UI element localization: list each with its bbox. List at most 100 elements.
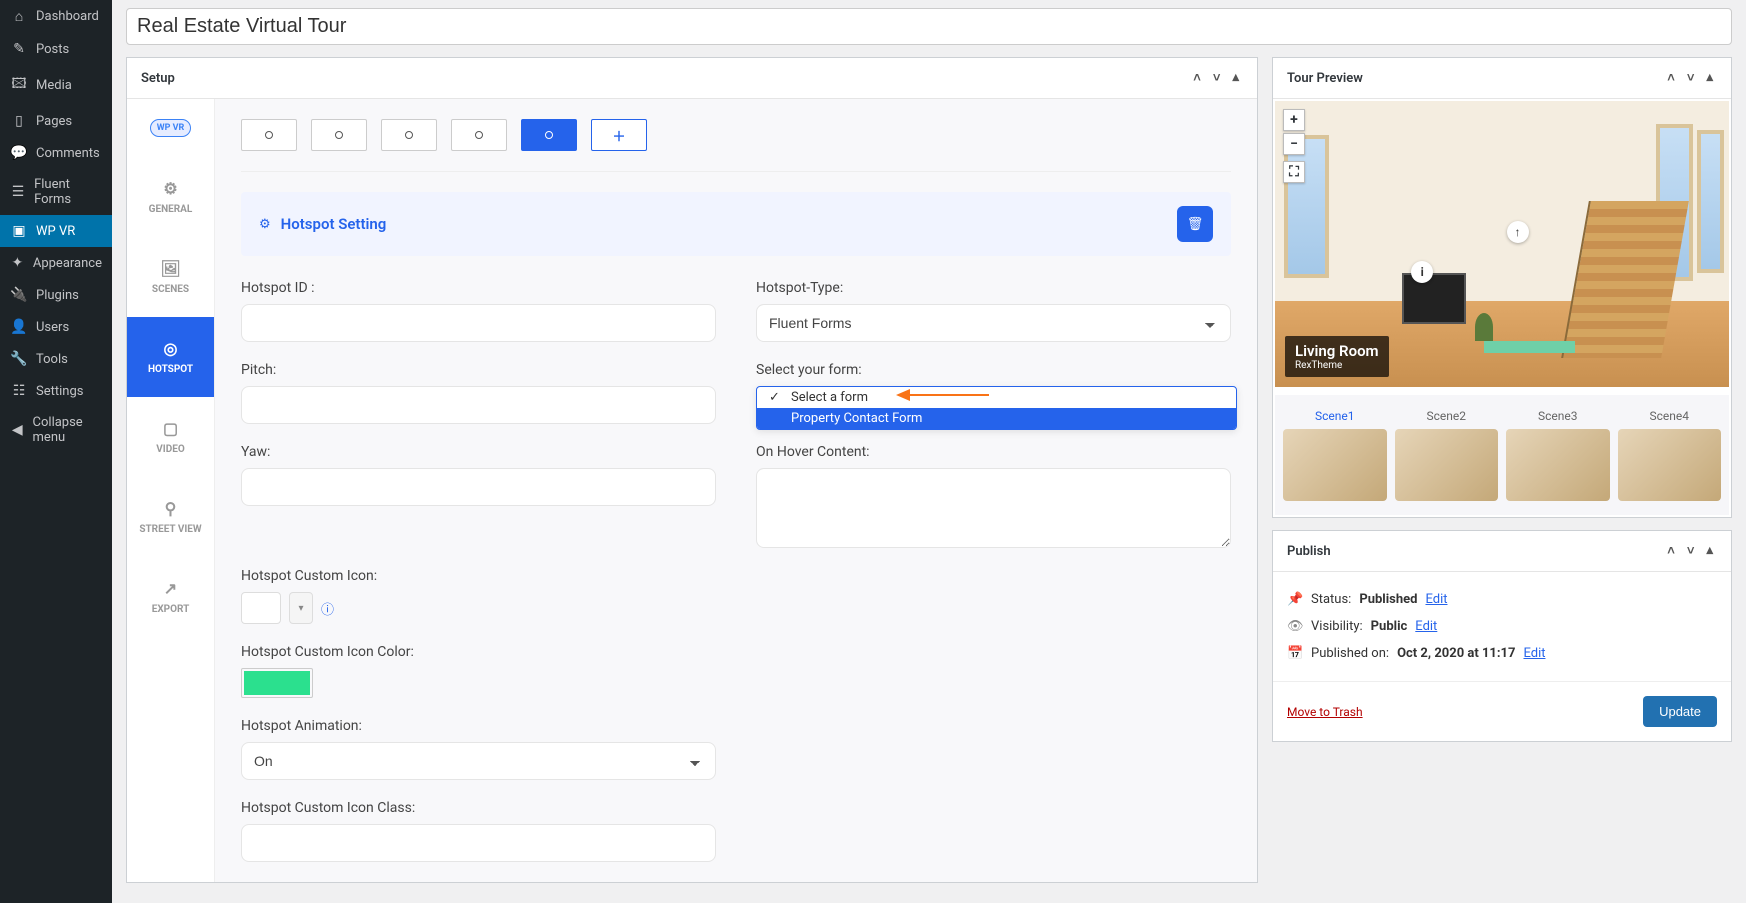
vt-tab-icon: ↗ xyxy=(164,579,177,598)
sidebar-item-settings[interactable]: ☷Settings xyxy=(0,375,112,407)
zoom-out-button[interactable]: − xyxy=(1283,133,1305,155)
zoom-in-button[interactable]: + xyxy=(1283,109,1305,131)
pin-icon: 📌 xyxy=(1287,592,1303,607)
scene-thumb-image xyxy=(1395,429,1499,501)
hotspot-type-select[interactable]: Fluent Forms xyxy=(756,304,1231,342)
scene-thumb-3[interactable]: Scene3 xyxy=(1506,409,1610,501)
publish-header: Publish ˄ ˅ ▴ xyxy=(1273,531,1731,572)
vt-tab-video[interactable]: ▢ VIDEO xyxy=(127,397,214,477)
preview-pane[interactable]: + − ⛶ ↑ i Living Room RexTheme xyxy=(1275,101,1729,387)
scene-thumb-image xyxy=(1506,429,1610,501)
sidebar-icon: 💬 xyxy=(10,145,28,161)
field-hotspot-type: Hotspot-Type: Fluent Forms xyxy=(756,280,1231,342)
sidebar-icon: 🖾 xyxy=(10,73,28,97)
sidebar-label: Comments xyxy=(36,146,100,161)
pitch-input[interactable] xyxy=(241,386,716,424)
sidebar-item-collapse-menu[interactable]: ◀Collapse menu xyxy=(0,407,112,453)
form-option-property-contact[interactable]: Property Contact Form xyxy=(757,408,1236,429)
help-icon[interactable]: ⓘ xyxy=(321,599,334,618)
hotspot-form: Hotspot ID : Hotspot-Type: Fluent Forms xyxy=(241,280,1231,862)
publish-down-icon[interactable]: ˅ xyxy=(1683,541,1699,561)
hotspot-tab-3[interactable] xyxy=(381,119,437,151)
scene-thumb-4[interactable]: Scene4 xyxy=(1618,409,1722,501)
sidebar-label: Media xyxy=(36,78,72,93)
sidebar-label: Pages xyxy=(36,114,72,129)
preview-collapse-icon[interactable]: ▴ xyxy=(1702,68,1717,88)
wpvr-logo: WP VR xyxy=(127,99,214,157)
vt-tab-export[interactable]: ↗ EXPORT xyxy=(127,557,214,637)
preview-label: Living Room RexTheme xyxy=(1285,336,1389,377)
title-row xyxy=(126,8,1732,45)
sidebar-label: Posts xyxy=(36,42,69,57)
hotspot-tab-4[interactable] xyxy=(451,119,507,151)
sidebar-item-media[interactable]: 🖾 Media xyxy=(0,65,112,105)
field-hotspot-id: Hotspot ID : xyxy=(241,280,716,342)
hotspot-id-input[interactable] xyxy=(241,304,716,342)
icon-class-label: Hotspot Custom Icon Class: xyxy=(241,800,716,816)
select-form-dropdown[interactable]: ✓ Select a form Property Contact Form xyxy=(756,386,1237,430)
sidebar-item-pages[interactable]: ▯ Pages xyxy=(0,105,112,137)
hotspot-tab-1[interactable] xyxy=(241,119,297,151)
scene-thumb-1[interactable]: Scene1 xyxy=(1283,409,1387,501)
setup-up-icon[interactable]: ˄ xyxy=(1189,68,1205,88)
edit-date-link[interactable]: Edit xyxy=(1523,646,1545,661)
edit-status-link[interactable]: Edit xyxy=(1425,592,1447,607)
sidebar-item-appearance[interactable]: ✦Appearance xyxy=(0,247,112,279)
field-icon-class: Hotspot Custom Icon Class: xyxy=(241,800,716,862)
icon-picker-button[interactable]: ▾ xyxy=(289,592,313,624)
sidebar-item-plugins[interactable]: 🔌Plugins xyxy=(0,279,112,311)
color-picker[interactable] xyxy=(241,668,313,698)
page-title-input[interactable] xyxy=(126,8,1732,45)
sidebar-item-users[interactable]: 👤Users xyxy=(0,311,112,343)
edit-visibility-link[interactable]: Edit xyxy=(1415,619,1437,634)
sidebar-item-tools[interactable]: 🔧Tools xyxy=(0,343,112,375)
delete-hotspot-button[interactable]: 🗑 xyxy=(1177,206,1213,242)
sidebar-item-posts[interactable]: ✎Posts xyxy=(0,33,112,65)
yaw-label: Yaw: xyxy=(241,444,716,460)
vt-tab-hotspot[interactable]: ◎HOTSPOT xyxy=(127,317,214,397)
animation-select[interactable]: On xyxy=(241,742,716,780)
vt-tab-icon: ▢ xyxy=(163,419,178,438)
eye-icon: 👁 xyxy=(1287,619,1303,634)
preview-up-icon[interactable]: ˄ xyxy=(1663,68,1679,88)
vt-tab-label: VIDEO xyxy=(156,444,184,455)
hotspot-tab-5[interactable] xyxy=(521,119,577,151)
move-to-trash-link[interactable]: Move to Trash xyxy=(1287,705,1363,719)
scene-thumb-2[interactable]: Scene2 xyxy=(1395,409,1499,501)
setup-collapse-icon[interactable]: ▴ xyxy=(1228,68,1243,88)
sidebar-item-comments[interactable]: 💬 Comments xyxy=(0,137,112,169)
hotspot-tab-add[interactable]: ＋ xyxy=(591,119,647,151)
preview-down-icon[interactable]: ˅ xyxy=(1683,68,1699,88)
yaw-input[interactable] xyxy=(241,468,716,506)
setup-down-icon[interactable]: ˅ xyxy=(1209,68,1225,88)
sidebar-label: Plugins xyxy=(36,288,79,303)
vt-tab-scenes[interactable]: 🖼SCENES xyxy=(127,237,214,317)
vt-tabs: WP VR ⚙GENERAL🖼SCENES◎HOTSPOT ▢ VIDEO ⚲STRE… xyxy=(127,99,215,882)
publish-up-icon[interactable]: ˄ xyxy=(1663,541,1679,561)
on-hover-textarea[interactable] xyxy=(756,468,1231,548)
publish-collapse-icon[interactable]: ▴ xyxy=(1702,541,1717,561)
sidebar-icon: ▯ xyxy=(10,113,28,129)
hotspot-id-label: Hotspot ID : xyxy=(241,280,716,296)
form-option-placeholder[interactable]: ✓ Select a form xyxy=(757,387,1236,408)
vt-tab-general[interactable]: ⚙GENERAL xyxy=(127,157,214,237)
select-form-label: Select your form: xyxy=(756,362,1231,378)
icon-swatch[interactable] xyxy=(241,592,281,624)
sidebar-item-fluent-forms[interactable]: ☰Fluent Forms xyxy=(0,169,112,215)
vt-tab-icon: ⚲ xyxy=(165,499,177,518)
sidebar-item-wp-vr[interactable]: ▣WP VR xyxy=(0,215,112,247)
hotspot-tab-2[interactable] xyxy=(311,119,367,151)
fullscreen-button[interactable]: ⛶ xyxy=(1283,161,1305,183)
vt-tab-label: EXPORT xyxy=(152,604,190,615)
vt-tab-label: HOTSPOT xyxy=(148,364,193,375)
gear-icon: ⚙ xyxy=(259,217,271,232)
icon-class-input[interactable] xyxy=(241,824,716,862)
hotspot-marker-up[interactable]: ↑ xyxy=(1507,221,1529,243)
vt-tab-icon: ⚙ xyxy=(163,179,177,198)
icon-color-label: Hotspot Custom Icon Color: xyxy=(241,644,716,660)
sidebar-item-dashboard[interactable]: ⌂Dashboard xyxy=(0,0,112,33)
vt-tab-street-view[interactable]: ⚲STREET VIEW xyxy=(127,477,214,557)
update-button[interactable]: Update xyxy=(1643,696,1717,727)
main-content: Setup ˄ ˅ ▴ WP VR xyxy=(112,0,1746,903)
scene-thumb-label: Scene2 xyxy=(1426,409,1466,423)
